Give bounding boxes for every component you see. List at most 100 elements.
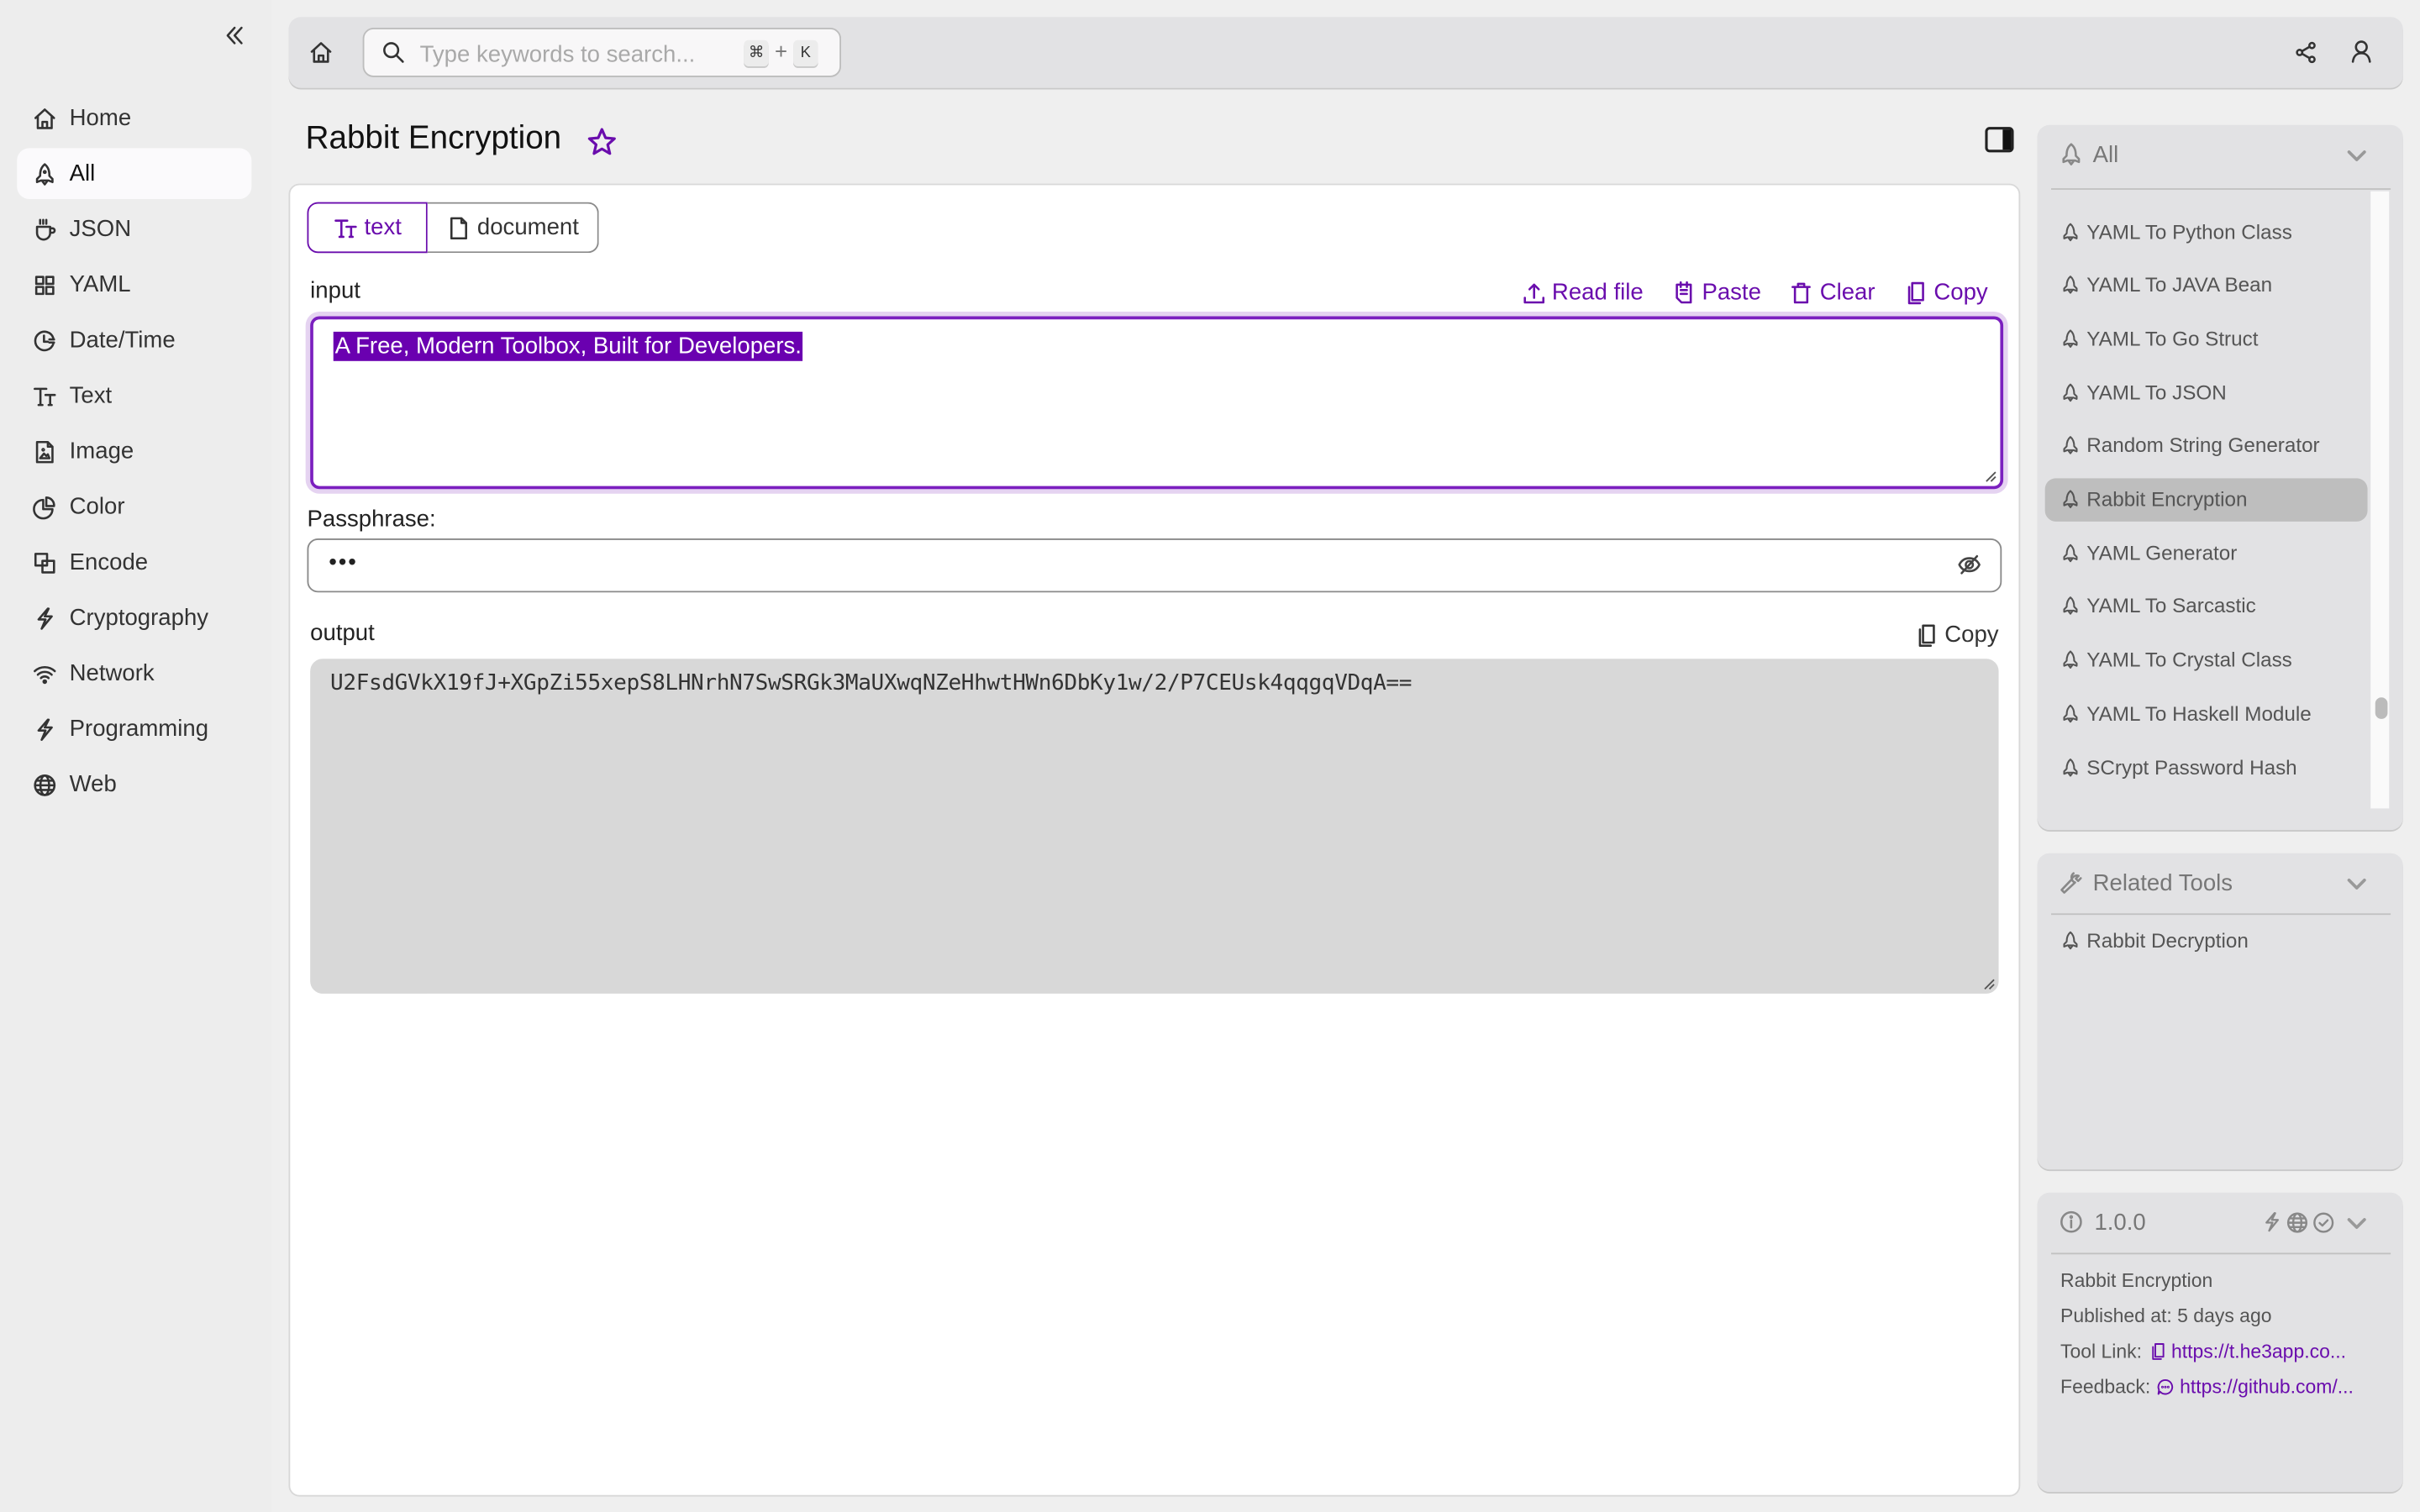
- double-chevron-left-icon: [226, 26, 243, 45]
- resize-handle-icon[interactable]: [1985, 470, 1997, 483]
- tool-info-header[interactable]: 1.0.0: [2037, 1193, 2402, 1252]
- clipboard-icon: [1675, 280, 1691, 303]
- info-icon: [2059, 1210, 2083, 1234]
- app-window: Home All JSON YAML Date/Time Text Image: [0, 0, 2420, 1512]
- user-icon: [2351, 40, 2371, 63]
- read-file-button[interactable]: Read file: [1521, 279, 1644, 306]
- sidebar-right-icon: [1985, 127, 2014, 153]
- tool-list-item[interactable]: YAML To JSON: [2045, 370, 2368, 413]
- tool-link[interactable]: https://t.he3app.co...: [2148, 1341, 2346, 1362]
- toggle-visibility-button[interactable]: [1957, 553, 1981, 577]
- rocket-icon: [2060, 489, 2081, 509]
- favorite-button[interactable]: [587, 127, 618, 158]
- home-icon: [33, 106, 60, 130]
- tool-list-item[interactable]: Random String Generator: [2045, 424, 2368, 467]
- sidebar-item-yaml[interactable]: YAML: [17, 260, 251, 311]
- sidebar-item-web[interactable]: Web: [17, 759, 251, 811]
- chevron-down-icon: [2344, 872, 2369, 896]
- tool-list-item[interactable]: SCrypt Password Hash: [2045, 745, 2368, 788]
- clock-icon: [33, 328, 60, 352]
- lightning-icon: [33, 717, 60, 741]
- copy-input-button[interactable]: Copy: [1903, 279, 1988, 306]
- output-label: output: [310, 620, 375, 647]
- divider: [2051, 1252, 2391, 1255]
- copy-icon: [1918, 623, 1935, 647]
- copy-output-button[interactable]: Copy: [1913, 622, 1999, 648]
- tool-list-item[interactable]: YAML To Crystal Class: [2045, 638, 2368, 681]
- tool-list-item[interactable]: YAML To Haskell Module: [2045, 691, 2368, 734]
- image-file-icon: [33, 439, 60, 464]
- home-button[interactable]: [308, 40, 333, 65]
- wrench-icon: [2059, 870, 2083, 895]
- rocket-icon: [2060, 382, 2081, 402]
- passphrase-input[interactable]: •••: [307, 538, 2002, 593]
- toggle-right-panel-button[interactable]: [1985, 127, 2014, 153]
- input-textarea[interactable]: A Free, Modern Toolbox, Built for Develo…: [310, 316, 2004, 490]
- tool-list-item[interactable]: YAML To Python Class: [2045, 210, 2368, 253]
- collapse-sidebar-button[interactable]: [222, 24, 253, 55]
- rocket-icon: [2060, 222, 2081, 242]
- rocket-icon: [33, 161, 60, 186]
- related-tools-header[interactable]: Related Tools: [2037, 853, 2402, 912]
- scrollbar-thumb[interactable]: [2375, 697, 2388, 719]
- search-icon: [381, 40, 406, 65]
- share-button[interactable]: [2293, 40, 2317, 65]
- sidebar-item-all[interactable]: All: [17, 148, 252, 199]
- sidebar-item-programming[interactable]: Programming: [17, 704, 251, 755]
- sidebar-item-color[interactable]: Color: [17, 481, 251, 533]
- clear-button[interactable]: Clear: [1789, 279, 1876, 306]
- tool-list-item[interactable]: YAML Generator: [2045, 531, 2368, 574]
- search-input[interactable]: [416, 37, 717, 71]
- output-text: U2FsdGVkX19fJ+XGpZi55xepS8LHNrhN7SwSRGk3…: [330, 670, 1413, 696]
- globe-icon: [2286, 1212, 2308, 1233]
- chat-bubble-icon: [2158, 1378, 2174, 1395]
- home-icon: [310, 42, 332, 63]
- tab-text[interactable]: text: [307, 202, 429, 254]
- feedback-link[interactable]: https://github.com/...: [2157, 1376, 2354, 1398]
- tool-list-item[interactable]: Rabbit Encryption: [2044, 477, 2368, 521]
- overlap-squares-icon: [33, 550, 60, 575]
- sidebar-item-cryptography[interactable]: Cryptography: [17, 592, 251, 643]
- sidebar-item-datetime[interactable]: Date/Time: [17, 315, 251, 366]
- tool-list-header[interactable]: All: [2037, 125, 2402, 184]
- lightning-icon: [33, 606, 60, 630]
- rocket-icon: [2060, 436, 2081, 456]
- passphrase-masked-value: •••: [329, 549, 358, 576]
- sidebar-item-image[interactable]: Image: [17, 426, 251, 477]
- check-circle-icon: [2313, 1212, 2334, 1233]
- input-label: input: [310, 277, 360, 304]
- wifi-icon: [33, 661, 60, 685]
- trash-icon: [1791, 281, 1812, 303]
- published-date: Published at: 5 days ago: [2060, 1305, 2272, 1327]
- eye-off-icon: [1958, 554, 1981, 575]
- tool-list-item[interactable]: YAML To Sarcastic: [2045, 585, 2368, 627]
- paste-button[interactable]: Paste: [1671, 279, 1761, 306]
- tool-list-item[interactable]: YAML To JAVA Bean: [2045, 264, 2368, 307]
- mode-tabs: text document: [307, 202, 599, 254]
- sidebar-item-encode[interactable]: Encode: [17, 537, 251, 588]
- text-size-icon: [33, 383, 60, 407]
- output-textarea[interactable]: U2FsdGVkX19fJ+XGpZi55xepS8LHNrhN7SwSRGk3…: [310, 659, 1999, 994]
- user-account-button[interactable]: [2349, 39, 2374, 63]
- text-size-icon: [334, 215, 358, 239]
- rocket-icon: [2060, 275, 2081, 295]
- search-box[interactable]: ⌘ + K: [362, 28, 842, 77]
- related-tool-item[interactable]: Rabbit Decryption: [2045, 918, 2368, 961]
- sidebar-item-home[interactable]: Home: [17, 92, 251, 144]
- input-text-selected: A Free, Modern Toolbox, Built for Develo…: [333, 331, 803, 361]
- rocket-icon: [2060, 757, 2081, 777]
- page-title: Rabbit Encryption: [305, 120, 562, 156]
- rocket-icon: [2060, 543, 2081, 563]
- tool-name: Rabbit Encryption: [2060, 1269, 2213, 1292]
- platform-icons: [2261, 1211, 2335, 1235]
- resize-handle-icon[interactable]: [1983, 978, 1996, 990]
- sidebar-item-json[interactable]: JSON: [17, 203, 251, 255]
- feedback-row: Feedback: https://github.com/...: [2060, 1376, 2354, 1399]
- star-icon: [587, 128, 616, 155]
- tool-list-item[interactable]: YAML To Go Struct: [2045, 317, 2368, 360]
- coffee-cup-icon: [33, 217, 60, 241]
- rocket-icon: [2060, 703, 2081, 723]
- sidebar-item-network[interactable]: Network: [17, 648, 251, 699]
- tab-document[interactable]: document: [428, 202, 599, 254]
- sidebar-item-text[interactable]: Text: [17, 370, 251, 422]
